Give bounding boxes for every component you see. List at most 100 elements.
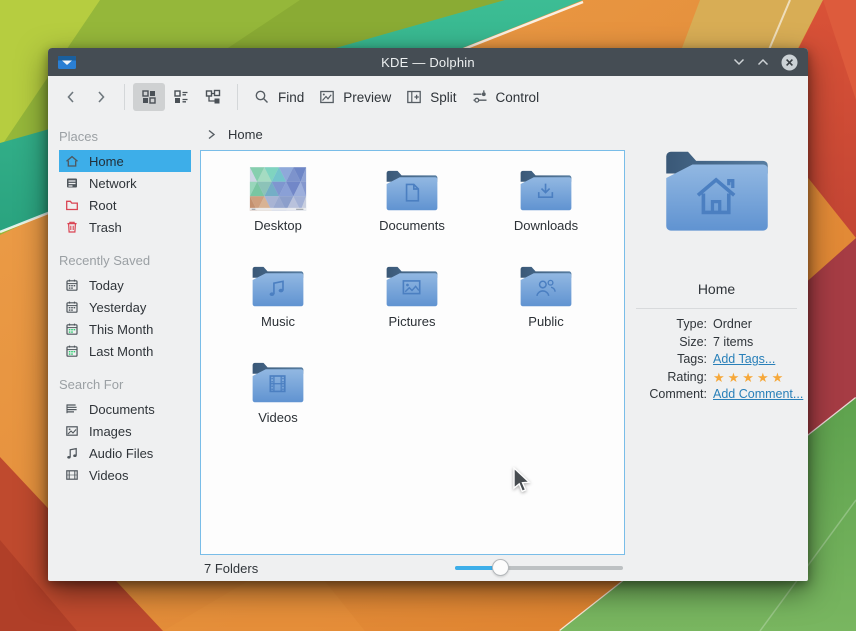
- sidebar-item-documents[interactable]: Documents: [59, 398, 191, 420]
- zoom-slider-knob[interactable]: [492, 559, 509, 576]
- info-row-size: Size:7 items: [625, 334, 808, 352]
- film-icon: [64, 467, 80, 483]
- folder-item-videos[interactable]: Videos: [211, 353, 345, 449]
- zoom-slider[interactable]: [455, 559, 623, 577]
- download-icon: [517, 165, 575, 213]
- sidebar-item-label: Home: [89, 154, 124, 169]
- folder-item-pictures[interactable]: Pictures: [345, 257, 479, 353]
- sidebar-item-label: Videos: [89, 468, 129, 483]
- people-icon: [517, 261, 575, 309]
- folder-item-desktop[interactable]: Desktop: [211, 161, 345, 257]
- image-icon: [64, 423, 80, 439]
- sidebar-section-header: Places: [48, 122, 196, 150]
- sidebar-item-label: Documents: [89, 402, 155, 417]
- dolphin-app-icon: [57, 54, 77, 70]
- sidebar-item-audio-files[interactable]: Audio Files: [59, 442, 191, 464]
- titlebar[interactable]: KDE — Dolphin: [48, 48, 808, 76]
- sidebar-item-label: Images: [89, 424, 132, 439]
- dolphin-window: KDE — Dolphin: [48, 48, 808, 581]
- toolbar: Find Preview Split: [48, 76, 808, 118]
- calendar-icon: [64, 299, 80, 315]
- control-button[interactable]: Control: [464, 83, 547, 111]
- rating-stars[interactable]: ★★★★★: [713, 369, 786, 387]
- maximize-icon[interactable]: [757, 58, 769, 66]
- split-button[interactable]: Split: [398, 83, 463, 111]
- folder-grid: Desktop Documents Downloads Music Pictur…: [211, 161, 613, 449]
- statusbar: 7 Folders: [200, 555, 625, 581]
- statusbar-text: 7 Folders: [204, 561, 258, 576]
- icons-view-button[interactable]: [133, 83, 165, 111]
- calendar-green-icon: [64, 343, 80, 359]
- info-link[interactable]: Add Comment...: [713, 386, 803, 404]
- breadcrumb[interactable]: Home: [200, 118, 625, 150]
- folder-item-downloads[interactable]: Downloads: [479, 161, 613, 257]
- sidebar-item-network[interactable]: Network: [59, 172, 191, 194]
- desktop-wallpaper-preview-icon: [249, 165, 307, 213]
- forward-button[interactable]: [86, 83, 116, 111]
- sidebar-item-trash[interactable]: Trash: [59, 216, 191, 238]
- folder-label: Videos: [258, 410, 298, 425]
- info-value: Ordner: [713, 316, 752, 334]
- sidebar-item-this-month[interactable]: This Month: [59, 318, 191, 340]
- window-title: KDE — Dolphin: [48, 55, 808, 70]
- control-label: Control: [496, 90, 540, 105]
- sidebar-item-videos[interactable]: Videos: [59, 464, 191, 486]
- folder-label: Desktop: [254, 218, 302, 233]
- trash-icon: [64, 219, 80, 235]
- sidebar-item-home[interactable]: Home: [59, 150, 191, 172]
- info-title: Home: [698, 281, 735, 297]
- home-folder-icon: [659, 140, 775, 236]
- details-view-button[interactable]: [165, 83, 197, 111]
- film-icon: [249, 357, 307, 405]
- folder-view[interactable]: Desktop Documents Downloads Music Pictur…: [200, 150, 625, 555]
- sidebar-item-last-month[interactable]: Last Month: [59, 340, 191, 362]
- folder-label: Pictures: [389, 314, 436, 329]
- folder-item-documents[interactable]: Documents: [345, 161, 479, 257]
- find-button[interactable]: Find: [246, 83, 311, 111]
- tree-view-button[interactable]: [197, 83, 229, 111]
- mouse-cursor: [512, 467, 532, 495]
- toolbar-separator: [237, 84, 238, 110]
- sidebar-item-images[interactable]: Images: [59, 420, 191, 442]
- sidebar-item-label: Network: [89, 176, 137, 191]
- close-icon[interactable]: [781, 54, 798, 71]
- sidebar-item-label: Last Month: [89, 344, 153, 359]
- folder-item-music[interactable]: Music: [211, 257, 345, 353]
- toolbar-separator: [124, 84, 125, 110]
- info-label: Comment:: [625, 386, 713, 404]
- home-icon: [64, 153, 80, 169]
- back-button[interactable]: [56, 83, 86, 111]
- info-rows: Type:OrdnerSize:7 itemsTags:Add Tags...R…: [625, 316, 808, 404]
- document-lines-icon: [64, 401, 80, 417]
- sidebar-item-label: Today: [89, 278, 124, 293]
- document-icon: [383, 165, 441, 213]
- sidebar-item-label: Yesterday: [89, 300, 146, 315]
- sidebar-item-label: Trash: [89, 220, 122, 235]
- network-icon: [64, 175, 80, 191]
- find-label: Find: [278, 90, 304, 105]
- minimize-icon[interactable]: [733, 58, 745, 66]
- info-value: 7 items: [713, 334, 753, 352]
- music-note-icon: [64, 445, 80, 461]
- sidebar-section-header: Recently Saved: [48, 246, 196, 274]
- sidebar-item-root[interactable]: Root: [59, 194, 191, 216]
- sidebar-section-header: Search For: [48, 370, 196, 398]
- breadcrumb-item[interactable]: Home: [228, 127, 263, 142]
- info-link[interactable]: Add Tags...: [713, 351, 775, 369]
- preview-button[interactable]: Preview: [311, 83, 398, 111]
- breadcrumb-chevron-icon[interactable]: [207, 129, 216, 140]
- info-label: Type:: [625, 316, 713, 334]
- folder-label: Documents: [379, 218, 445, 233]
- info-row-type: Type:Ordner: [625, 316, 808, 334]
- sidebar-item-today[interactable]: Today: [59, 274, 191, 296]
- sidebar-item-label: Root: [89, 198, 116, 213]
- preview-label: Preview: [343, 90, 391, 105]
- info-label: Rating:: [625, 369, 713, 387]
- information-panel: Home Type:OrdnerSize:7 itemsTags:Add Tag…: [625, 118, 808, 581]
- info-label: Size:: [625, 334, 713, 352]
- folder-label: Music: [261, 314, 295, 329]
- sidebar-item-yesterday[interactable]: Yesterday: [59, 296, 191, 318]
- folder-item-public[interactable]: Public: [479, 257, 613, 353]
- calendar-icon: [64, 277, 80, 293]
- folder-label: Downloads: [514, 218, 578, 233]
